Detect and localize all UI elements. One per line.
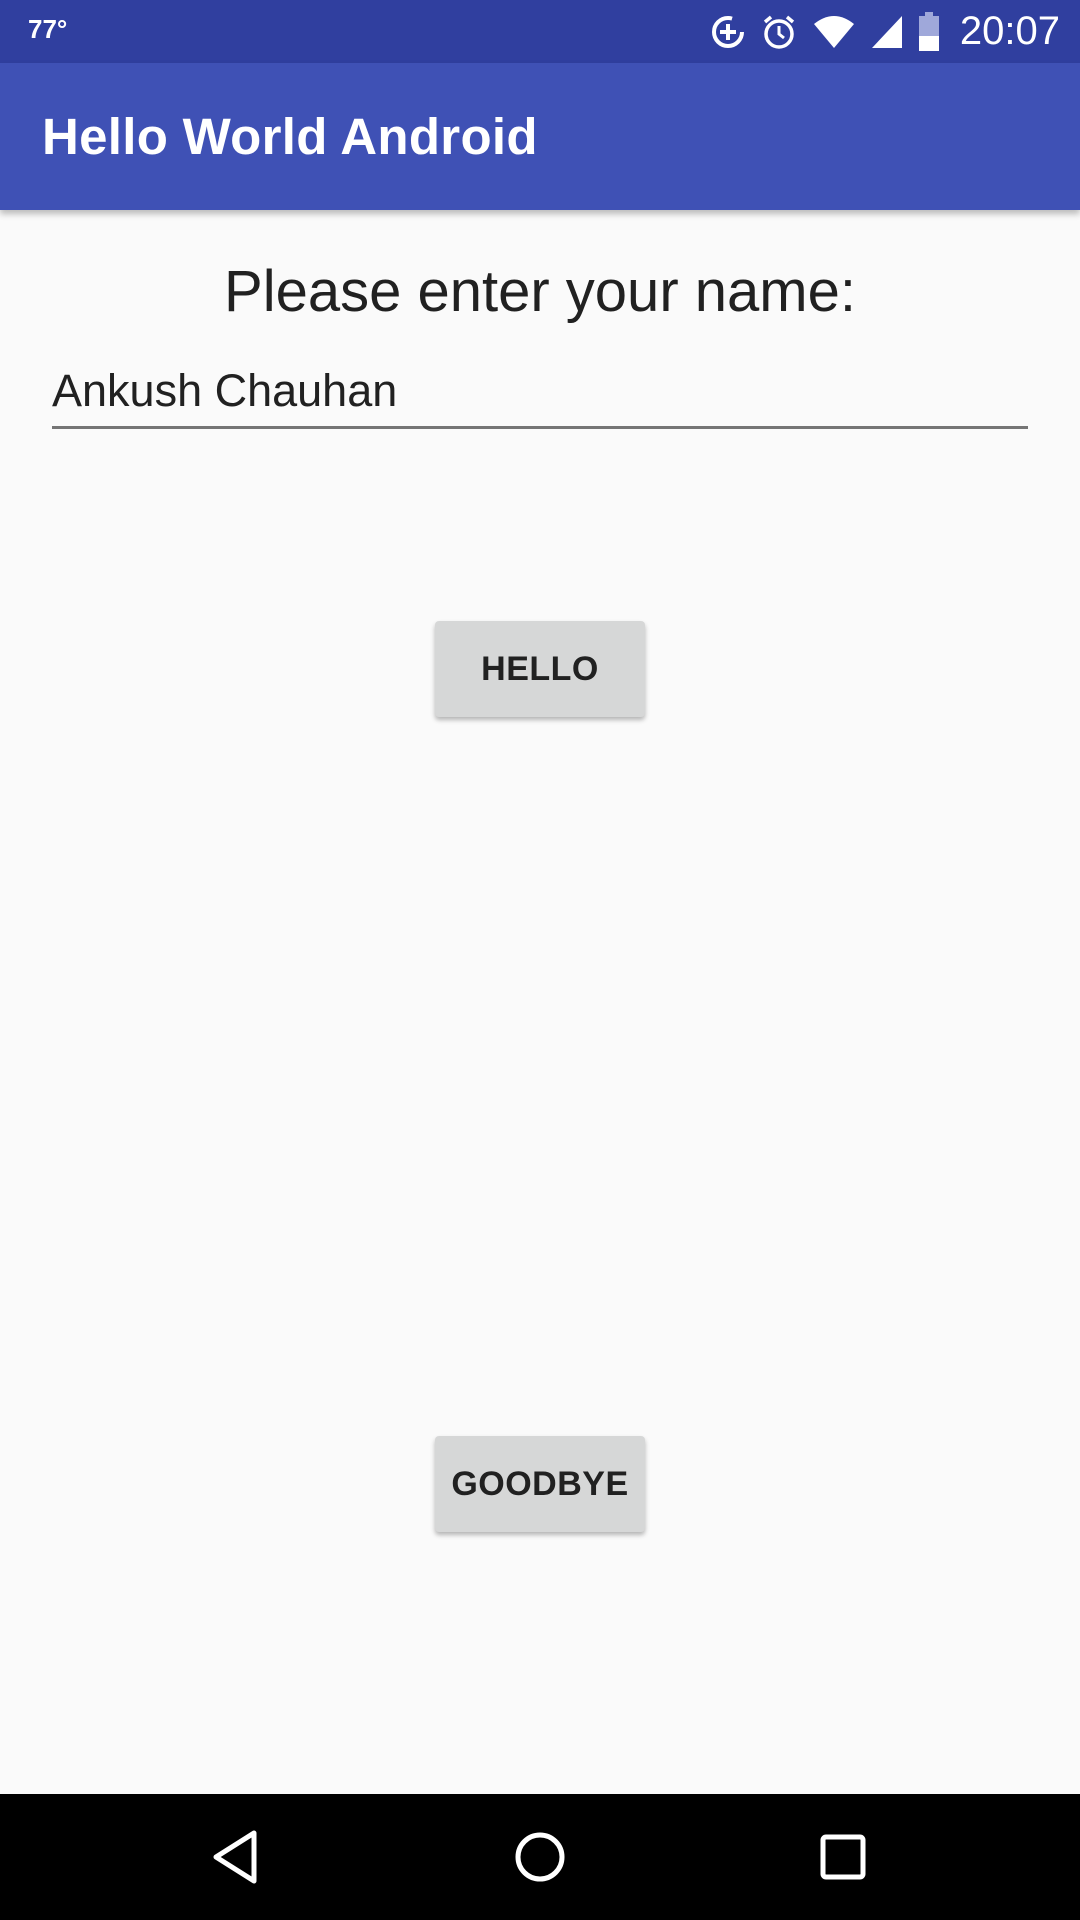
alarm-icon — [760, 13, 798, 51]
recents-icon — [820, 1834, 866, 1880]
status-time: 20:07 — [959, 9, 1060, 53]
home-icon — [515, 1832, 565, 1882]
data-saver-icon — [710, 14, 746, 50]
status-bar: 77° 20:07 — [0, 0, 1080, 63]
app-title: Hello World Android — [42, 108, 538, 165]
home-button[interactable] — [505, 1822, 575, 1892]
status-temperature: 77° — [28, 14, 68, 44]
back-icon — [213, 1830, 257, 1884]
name-prompt-label: Please enter your name: — [224, 259, 856, 324]
app-screen: 77° 20:07 Hello World Android Please ent… — [0, 0, 1080, 1920]
recents-button[interactable] — [808, 1822, 878, 1892]
signal-icon — [870, 14, 904, 50]
back-button[interactable] — [200, 1822, 270, 1892]
name-input[interactable] — [52, 356, 1028, 429]
navigation-bar — [0, 1794, 1080, 1920]
wifi-icon — [812, 14, 856, 50]
status-icons: 20:07 — [710, 0, 1060, 63]
hello-button[interactable]: HELLO — [435, 621, 645, 717]
battery-icon — [918, 11, 940, 52]
goodbye-button[interactable]: GOODBYE — [435, 1436, 645, 1532]
app-bar: Hello World Android — [0, 63, 1080, 210]
